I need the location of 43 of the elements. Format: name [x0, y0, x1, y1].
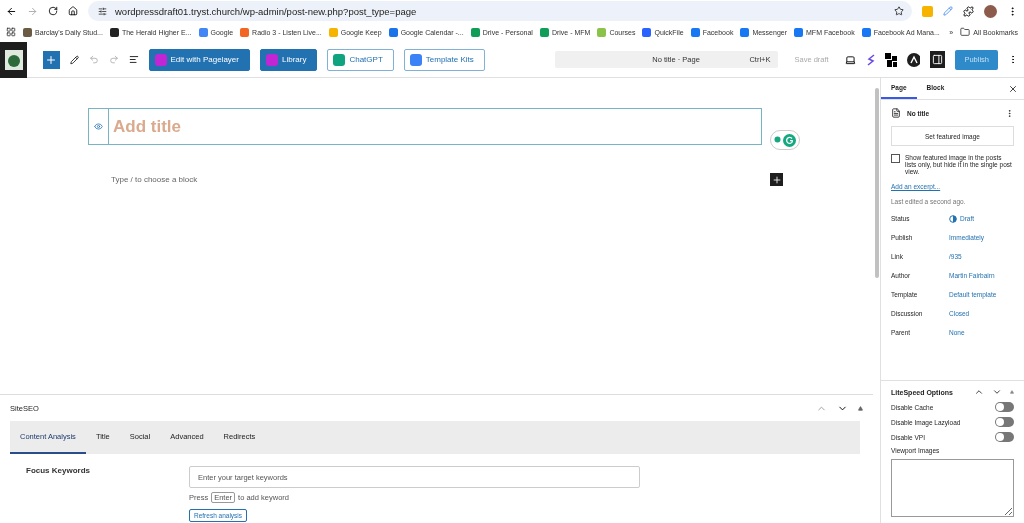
status-icon	[949, 214, 957, 223]
collapse-icon[interactable]	[1010, 390, 1014, 394]
field-label: Focus Keywords	[26, 466, 91, 477]
site-logo[interactable]	[0, 41, 28, 78]
folder-icon	[960, 27, 971, 37]
avatar[interactable]	[984, 4, 997, 18]
settings-panel-button[interactable]	[930, 51, 946, 68]
toggle-switch[interactable]	[995, 417, 1014, 427]
document-icon[interactable]	[891, 108, 901, 118]
pencil-icon[interactable]	[69, 54, 79, 65]
reload-icon[interactable]	[48, 6, 58, 16]
checkbox[interactable]	[891, 154, 900, 163]
home-icon[interactable]	[68, 6, 78, 16]
chevron-down-icon[interactable]	[992, 387, 1002, 397]
plus-icon	[45, 53, 58, 66]
collapse-icon[interactable]	[858, 405, 863, 411]
options-icon[interactable]	[1005, 108, 1014, 118]
back-icon[interactable]	[6, 5, 17, 17]
list-view-icon[interactable]	[128, 54, 139, 65]
title-field[interactable]: Add title	[88, 108, 762, 145]
extensions-icon[interactable]	[963, 5, 974, 17]
toggle-switch[interactable]	[995, 402, 1014, 412]
toolbar-button[interactable]: Template Kits	[403, 48, 485, 71]
toolbar-button[interactable]: ChatGPT	[327, 48, 394, 71]
add-block-button[interactable]	[43, 50, 60, 69]
chevron-up-icon[interactable]	[974, 387, 984, 397]
s-logo-icon[interactable]	[865, 52, 875, 67]
blocks-icon[interactable]	[884, 52, 898, 67]
toggle-switch[interactable]	[995, 432, 1014, 442]
close-icon[interactable]	[1008, 83, 1018, 94]
laptop-icon[interactable]	[844, 53, 856, 66]
site-info-icon[interactable]	[98, 6, 107, 16]
panel-icon	[932, 54, 944, 65]
eye-icon[interactable]	[94, 122, 103, 131]
address-bar[interactable]: wordpressdraft01.tryst.church/wp-admin/post-new.php?post_type=page	[88, 1, 912, 21]
add-block-button[interactable]	[770, 173, 783, 186]
star-icon[interactable]	[894, 6, 904, 16]
plus-icon	[771, 174, 782, 185]
viewport-images-field[interactable]	[891, 459, 1014, 517]
toolbar-button[interactable]: Edit with Pagelayer	[148, 48, 250, 71]
a-logo-icon[interactable]	[907, 52, 920, 67]
toolbar-button[interactable]: Library	[260, 48, 318, 71]
apps-icon[interactable]	[6, 27, 16, 37]
